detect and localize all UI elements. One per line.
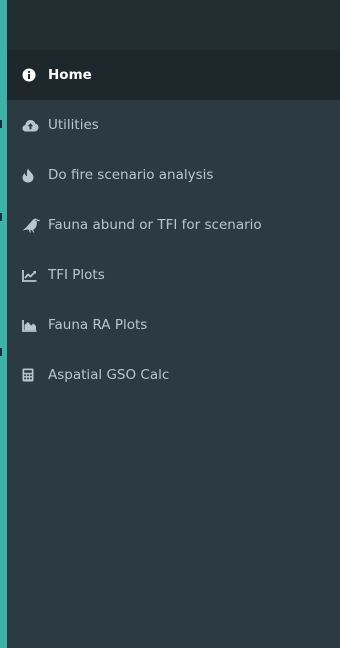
crow-icon xyxy=(22,217,42,233)
sidebar-item-tfi-plots[interactable]: TFI Plots xyxy=(7,250,340,300)
sidebar-item-home[interactable]: Home xyxy=(7,50,340,100)
sidebar-item-utilities[interactable]: Utilities xyxy=(7,100,340,150)
sidebar-item-fire-scenario[interactable]: Do fire scenario analysis xyxy=(7,150,340,200)
calculator-icon xyxy=(22,367,42,383)
sidebar-item-label: Fauna abund or TFI for scenario xyxy=(48,217,262,233)
sidebar-item-fauna-abund[interactable]: Fauna abund or TFI for scenario xyxy=(7,200,340,250)
line-chart-icon xyxy=(22,267,42,283)
sidebar-item-aspatial-gso-calc[interactable]: Aspatial GSO Calc xyxy=(7,350,340,400)
sidebar-item-label: Fauna RA Plots xyxy=(48,317,148,333)
sidebar-header xyxy=(7,0,340,50)
info-circle-icon xyxy=(22,67,42,83)
area-chart-icon xyxy=(22,317,42,333)
sidebar-item-label: Do fire scenario analysis xyxy=(48,167,214,183)
left-accent-strip xyxy=(0,0,7,648)
fire-icon xyxy=(22,167,42,183)
sidebar-item-label: Aspatial GSO Calc xyxy=(48,367,170,383)
sidebar-item-fauna-ra-plots[interactable]: Fauna RA Plots xyxy=(7,300,340,350)
strip-marker xyxy=(0,348,2,356)
sidebar-item-label: Home xyxy=(48,67,92,83)
strip-marker xyxy=(0,213,2,221)
sidebar: Home Utilities Do fire scenario analysis xyxy=(7,0,340,648)
sidebar-item-label: Utilities xyxy=(48,117,99,133)
strip-marker xyxy=(0,120,2,128)
sidebar-item-label: TFI Plots xyxy=(48,267,105,283)
cloud-upload-icon xyxy=(22,117,42,133)
sidebar-menu: Home Utilities Do fire scenario analysis xyxy=(7,50,340,400)
